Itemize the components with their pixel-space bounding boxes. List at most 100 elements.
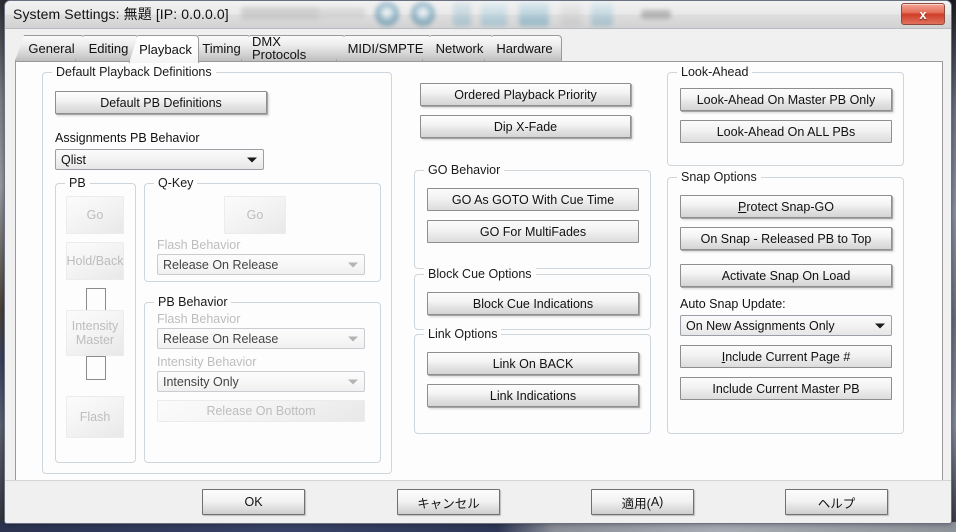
go-for-multifades-button[interactable]: GO For MultiFades bbox=[427, 220, 639, 243]
pb-flash-behavior-select[interactable]: Release On Release bbox=[157, 328, 365, 349]
qkey-flash-behavior-value: Release On Release bbox=[163, 257, 279, 272]
pb-flash-button[interactable]: Flash bbox=[66, 396, 124, 438]
title-bar: System Settings: 無題 [IP: 0.0.0.0] x bbox=[5, 1, 951, 29]
tab-general[interactable]: General bbox=[15, 35, 85, 61]
group-q-key: Q-Key Go Flash Behavior Release On Relea… bbox=[144, 176, 381, 282]
pb-flash-behavior-label: Flash Behavior bbox=[157, 312, 241, 326]
system-settings-window: System Settings: 無題 [IP: 0.0.0.0] x Gene… bbox=[4, 0, 952, 524]
protect-snap-go-accelerator: P bbox=[738, 199, 747, 214]
tab-strip: General Editing Playback Timing DMX Prot… bbox=[15, 33, 951, 63]
group-snap-options: Snap Options Protect Snap-GO On Snap - R… bbox=[667, 170, 904, 434]
background-dial-icon bbox=[375, 2, 399, 26]
activate-snap-on-load-button[interactable]: Activate Snap On Load bbox=[680, 264, 892, 287]
apply-button[interactable]: 適用(A) bbox=[591, 489, 694, 515]
assignments-pb-behavior-value: Qlist bbox=[61, 152, 86, 167]
group-pb-behavior: PB Behavior Flash Behavior Release On Re… bbox=[144, 295, 381, 463]
tab-label: MIDI/SMPTE bbox=[347, 40, 424, 56]
group-pb: PB Go Hold/Back Intensity Master Flash bbox=[55, 176, 136, 463]
tab-playback[interactable]: Playback bbox=[129, 35, 199, 63]
pb-intensity-behavior-value: Intensity Only bbox=[163, 374, 239, 389]
background-widget-ghost bbox=[561, 2, 581, 26]
group-title: Look-Ahead bbox=[677, 65, 753, 79]
protect-snap-go-label: rotect Snap-GO bbox=[746, 199, 834, 214]
dip-x-fade-button[interactable]: Dip X-Fade bbox=[420, 115, 631, 138]
tab-label: DMX Protocols bbox=[252, 34, 307, 62]
tab-label: Timing bbox=[202, 40, 241, 56]
group-look-ahead: Look-Ahead Look-Ahead On Master PB Only … bbox=[667, 65, 904, 166]
pb-go-button[interactable]: Go bbox=[66, 196, 124, 234]
include-current-page-label: nclude Current Page # bbox=[725, 349, 851, 364]
link-on-back-button[interactable]: Link On BACK bbox=[427, 352, 639, 375]
tab-dmx-protocols[interactable]: DMX Protocols bbox=[241, 35, 346, 61]
intensity-master-line2: Master bbox=[75, 333, 115, 347]
auto-snap-update-select[interactable]: On New Assignments Only bbox=[680, 315, 892, 336]
block-cue-indications-button[interactable]: Block Cue Indications bbox=[427, 292, 639, 315]
dialog-button-bar: OK キャンセル 適用(A) ヘルプ bbox=[5, 480, 951, 523]
look-ahead-on-master-pb-only-button[interactable]: Look-Ahead On Master PB Only bbox=[680, 88, 892, 111]
close-button[interactable]: x bbox=[901, 3, 945, 25]
cancel-button[interactable]: キャンセル bbox=[397, 489, 500, 515]
background-widget-ghost bbox=[641, 10, 671, 19]
tab-label: Network bbox=[435, 40, 484, 56]
group-block-cue-options: Block Cue Options Block Cue Indications bbox=[414, 267, 651, 330]
background-widget-ghost bbox=[519, 2, 549, 26]
ok-button[interactable]: OK bbox=[202, 489, 305, 515]
group-title: Snap Options bbox=[677, 170, 761, 184]
close-icon: x bbox=[919, 6, 927, 22]
assignments-pb-behavior-label: Assignments PB Behavior bbox=[55, 131, 200, 145]
tab-label: Hardware bbox=[496, 40, 553, 56]
intensity-master-line1: Intensity bbox=[71, 319, 119, 333]
pb-intensity-master-button[interactable]: Intensity Master bbox=[66, 310, 124, 356]
apply-label-close: ) bbox=[659, 495, 664, 509]
pb-flash-behavior-value: Release On Release bbox=[163, 331, 279, 346]
tab-label: General bbox=[28, 40, 75, 56]
background-widget-ghost bbox=[591, 2, 613, 26]
help-button[interactable]: ヘルプ bbox=[785, 489, 888, 515]
chevron-down-icon bbox=[875, 323, 885, 328]
ordered-playback-priority-button[interactable]: Ordered Playback Priority bbox=[420, 83, 631, 106]
intensity-fader-track-top bbox=[86, 288, 106, 312]
window-title: System Settings: 無題 [IP: 0.0.0.0] bbox=[13, 6, 229, 22]
tab-hardware[interactable]: Hardware bbox=[484, 35, 562, 61]
assignments-pb-behavior-select[interactable]: Qlist bbox=[55, 149, 264, 170]
default-pb-definitions-button[interactable]: Default PB Definitions bbox=[55, 91, 267, 114]
chevron-down-icon bbox=[348, 262, 358, 267]
link-indications-button[interactable]: Link Indications bbox=[427, 384, 639, 407]
group-title: Q-Key bbox=[154, 176, 198, 190]
auto-snap-update-label: Auto Snap Update: bbox=[680, 297, 786, 311]
release-on-bottom-button[interactable]: Release On Bottom bbox=[157, 400, 365, 422]
qkey-flash-behavior-select[interactable]: Release On Release bbox=[157, 254, 365, 275]
tab-network[interactable]: Network bbox=[422, 35, 494, 61]
background-widget-ghost bbox=[453, 2, 471, 26]
protect-snap-go-button[interactable]: Protect Snap-GO bbox=[680, 195, 892, 218]
tab-editing[interactable]: Editing bbox=[75, 35, 139, 61]
pb-intensity-behavior-select[interactable]: Intensity Only bbox=[157, 371, 365, 392]
go-as-goto-with-cue-time-button[interactable]: GO As GOTO With Cue Time bbox=[427, 188, 639, 211]
auto-snap-update-value: On New Assignments Only bbox=[686, 318, 835, 333]
qkey-go-button[interactable]: Go bbox=[224, 196, 286, 234]
include-current-master-pb-button[interactable]: Include Current Master PB bbox=[680, 377, 892, 400]
chevron-down-icon bbox=[348, 336, 358, 341]
tab-label: Editing bbox=[88, 40, 129, 56]
screen-root: System Settings: 無題 [IP: 0.0.0.0] x Gene… bbox=[0, 0, 956, 532]
group-title: PB Behavior bbox=[154, 295, 232, 309]
background-dial-icon bbox=[411, 2, 435, 26]
group-go-behavior: GO Behavior GO As GOTO With Cue Time GO … bbox=[414, 163, 651, 269]
chevron-down-icon bbox=[348, 379, 358, 384]
tab-midi-smpte[interactable]: MIDI/SMPTE bbox=[336, 35, 432, 61]
background-widget-ghost bbox=[481, 2, 507, 26]
background-widget-ghost bbox=[241, 7, 319, 20]
group-title: PB bbox=[65, 176, 90, 190]
group-title: GO Behavior bbox=[424, 163, 505, 177]
playback-tab-panel: Default Playback Definitions Default PB … bbox=[15, 61, 943, 483]
group-title: Default Playback Definitions bbox=[52, 65, 216, 79]
group-title: Block Cue Options bbox=[424, 267, 536, 281]
on-snap-released-pb-to-top-button[interactable]: On Snap - Released PB to Top bbox=[680, 227, 892, 250]
include-current-page-button[interactable]: Include Current Page # bbox=[680, 345, 892, 368]
tab-label: Playback bbox=[139, 41, 192, 57]
look-ahead-on-all-pbs-button[interactable]: Look-Ahead On ALL PBs bbox=[680, 120, 892, 143]
pb-hold-back-button[interactable]: Hold/Back bbox=[66, 242, 124, 280]
group-title: Link Options bbox=[424, 327, 502, 341]
group-default-playback-definitions: Default Playback Definitions Default PB … bbox=[42, 65, 392, 474]
chevron-down-icon bbox=[247, 157, 257, 162]
